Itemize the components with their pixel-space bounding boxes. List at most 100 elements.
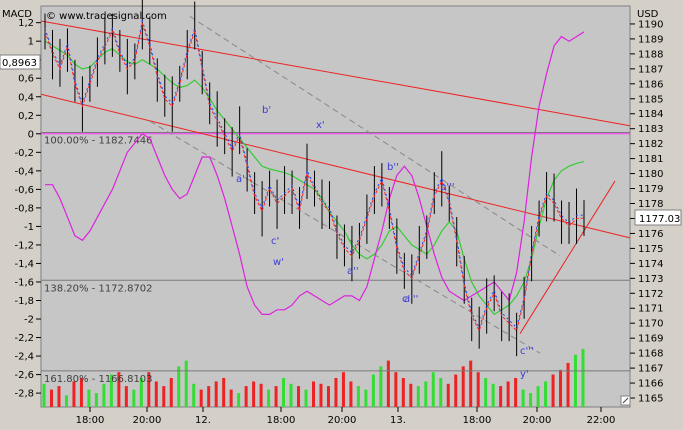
- wave-label: a'': [347, 266, 359, 277]
- volume-bar: [574, 354, 578, 407]
- left-tick-label: -1,6: [14, 277, 34, 288]
- volume-bar: [267, 389, 271, 407]
- right-tick-label: 1188: [638, 49, 663, 60]
- volume-bar: [132, 389, 136, 407]
- right-tick-label: 1173: [638, 274, 663, 285]
- volume-bar: [529, 393, 533, 407]
- wave-label: y': [520, 369, 529, 380]
- price-value-marker-text: 1177.03: [639, 214, 680, 225]
- volume-bar: [559, 369, 563, 407]
- x-tick-label: 20:00: [328, 415, 357, 426]
- left-tick-label: 0,2: [18, 111, 34, 122]
- fib-level-label: 138.20% - 1172.8702: [44, 283, 153, 294]
- volume-bar: [64, 395, 68, 407]
- right-tick-label: 1186: [638, 79, 663, 90]
- right-tick-label: 1184: [638, 109, 663, 120]
- volume-bar: [491, 383, 495, 407]
- volume-bar: [341, 372, 345, 407]
- right-tick-label: 1183: [638, 124, 663, 135]
- volume-bar: [162, 386, 166, 407]
- left-tick-label: 0,6: [18, 74, 34, 85]
- left-tick-label: -2,8: [14, 389, 34, 400]
- volume-bar: [416, 386, 420, 407]
- wave-label: c''': [520, 346, 534, 357]
- x-tick-label: 20:00: [523, 415, 552, 426]
- right-tick-label: 1174: [638, 259, 663, 270]
- volume-bar: [521, 389, 525, 407]
- left-tick-label: 1: [28, 37, 34, 48]
- volume-bar: [49, 389, 53, 407]
- volume-bar: [356, 386, 360, 407]
- volume-bar: [424, 381, 428, 407]
- wave-label: b': [262, 105, 271, 116]
- right-tick-label: 1189: [638, 34, 663, 45]
- volume-bar: [401, 378, 405, 407]
- left-tick-label: -2,6: [14, 370, 34, 381]
- left-tick-label: -2,4: [14, 352, 34, 363]
- chart: 100.00% - 1182.7446138.20% - 1172.870216…: [0, 0, 682, 426]
- copyright-text: © www.tradesignal.com: [46, 11, 167, 22]
- volume-bar: [297, 386, 301, 407]
- volume-bar: [334, 378, 338, 407]
- volume-bar: [312, 381, 315, 407]
- volume-bar: [214, 381, 218, 407]
- volume-bar: [252, 381, 256, 407]
- volume-bar: [319, 383, 323, 407]
- left-tick-label: -0,6: [14, 185, 34, 196]
- volume-bar: [349, 381, 353, 407]
- volume-bar: [42, 383, 46, 407]
- left-tick-label: -0,2: [14, 148, 34, 159]
- volume-bar: [289, 383, 293, 407]
- volume-bar: [94, 393, 98, 407]
- resize-grip-icon[interactable]: [620, 395, 631, 406]
- volume-bar: [326, 386, 330, 407]
- right-tick-label: 1179: [638, 184, 663, 195]
- x-tick-label: 20:00: [133, 415, 162, 426]
- wave-label: w': [273, 257, 284, 268]
- volume-bar: [484, 378, 488, 407]
- volume-bar: [454, 374, 458, 407]
- volume-bar: [169, 378, 173, 407]
- volume-bar: [207, 386, 211, 407]
- right-tick-label: 1181: [638, 154, 663, 165]
- right-tick-label: 1187: [638, 64, 663, 75]
- volume-bar: [237, 393, 241, 407]
- left-tick-label: -1,8: [14, 296, 34, 307]
- right-tick-label: 1170: [638, 319, 663, 330]
- left-tick-label: -0,8: [14, 203, 34, 214]
- volume-bar: [499, 386, 503, 407]
- right-tick-label: 1171: [638, 304, 663, 315]
- volume-bar: [124, 386, 128, 407]
- wave-label: x': [316, 120, 325, 131]
- right-axis-title: USD: [637, 9, 659, 20]
- volume-bar: [154, 381, 158, 407]
- wave-label: b'': [387, 162, 399, 173]
- volume-bar: [72, 381, 76, 407]
- x-tick-label: 18:00: [463, 415, 492, 426]
- volume-bar: [371, 374, 375, 407]
- x-tick-label: 22:00: [587, 415, 616, 426]
- left-tick-label: -2: [24, 315, 34, 326]
- price-value-marker: 1177.03: [634, 209, 682, 226]
- volume-bar: [222, 378, 226, 407]
- volume-bar: [57, 386, 61, 407]
- volume-bar: [229, 389, 233, 407]
- volume-bar: [409, 383, 413, 407]
- volume-bar: [282, 378, 286, 407]
- volume-bar: [192, 383, 196, 407]
- volume-bar: [506, 381, 510, 407]
- volume-bar: [364, 389, 368, 407]
- right-tick-label: 1172: [638, 289, 663, 300]
- volume-bar: [439, 378, 443, 407]
- x-tick-label: 12.: [195, 415, 211, 426]
- volume-bar: [87, 389, 91, 407]
- left-tick-label: -0,4: [14, 166, 34, 177]
- wave-label: c': [271, 236, 279, 247]
- volume-bar: [184, 360, 188, 407]
- right-tick-label: 1167: [638, 364, 663, 375]
- x-tick-label: 13.: [390, 415, 406, 426]
- volume-bar: [304, 389, 308, 407]
- macd-value-marker: 0,8963: [0, 54, 41, 70]
- right-tick-label: 1165: [638, 394, 663, 405]
- left-tick-label: 0,4: [18, 92, 34, 103]
